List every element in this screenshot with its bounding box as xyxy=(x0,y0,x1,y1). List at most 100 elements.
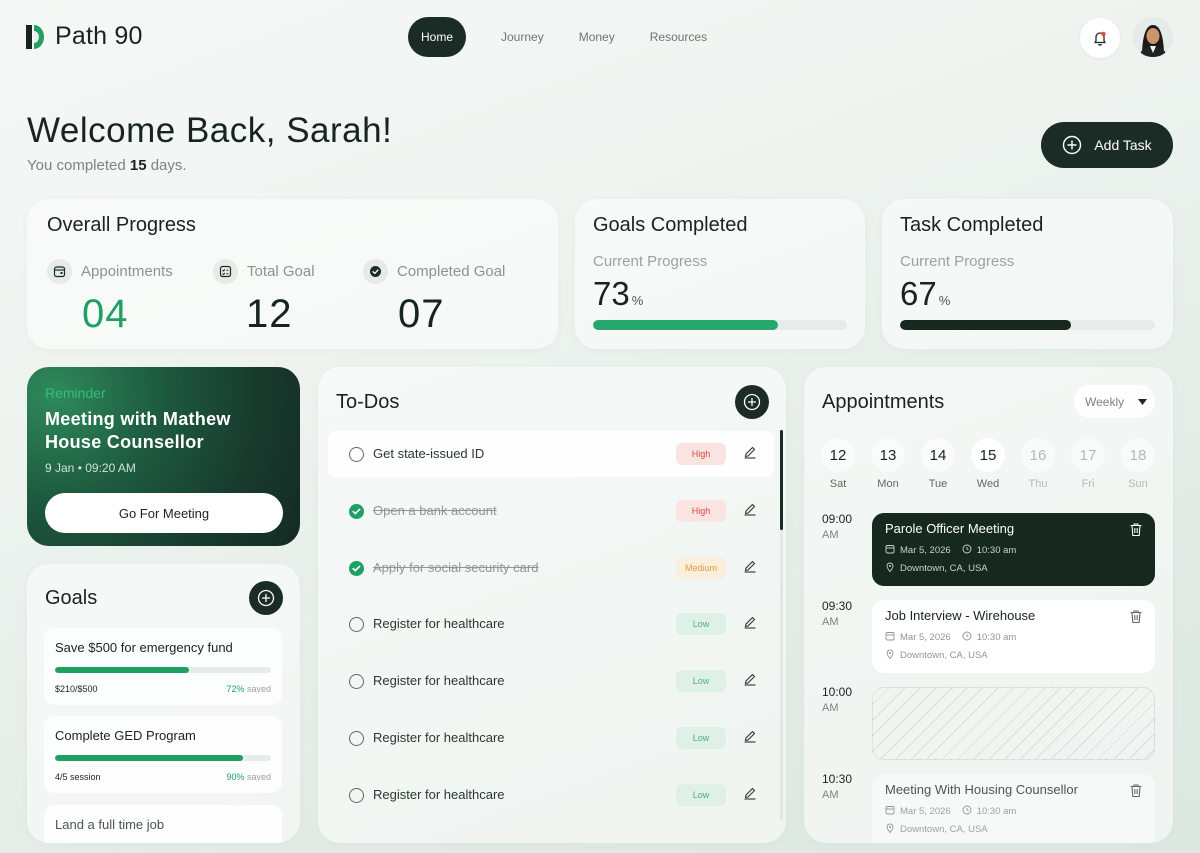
trash-icon[interactable] xyxy=(1129,609,1143,624)
percent-unit: % xyxy=(631,293,644,308)
day-wed[interactable]: 15 Wed xyxy=(971,438,1005,490)
edit-icon[interactable] xyxy=(743,502,757,516)
todo-text: Open a bank account xyxy=(373,502,497,518)
edit-icon[interactable] xyxy=(743,445,757,459)
goal-progress-bar xyxy=(55,755,271,761)
saved-percent: 90% xyxy=(226,772,245,782)
checked-icon[interactable] xyxy=(349,503,364,519)
goal-item[interactable]: Complete GED Program 4/5 session 90% sav… xyxy=(44,716,282,793)
nav-money[interactable]: Money xyxy=(565,17,629,57)
day-fri[interactable]: 17 Fri xyxy=(1071,438,1105,490)
priority-badge: Medium xyxy=(676,556,726,579)
day-number: 14 xyxy=(921,438,955,472)
appointment-card[interactable]: Job Interview - Wirehouse Mar 5, 2026 10:3… xyxy=(872,600,1155,673)
goals-progress-fill xyxy=(593,320,779,330)
appointment-datetime: Mar 5, 2026 10:30 am xyxy=(885,805,1016,818)
add-goal-button[interactable] xyxy=(249,581,283,615)
goals-completed-title: Goals Completed xyxy=(593,214,748,236)
calendar-icon xyxy=(885,805,895,818)
day-name: Tue xyxy=(928,478,948,490)
day-tue[interactable]: 14 Tue xyxy=(921,438,955,490)
todo-item[interactable]: Apply for social security card Medium xyxy=(328,545,774,591)
todo-item[interactable]: Open a bank account High xyxy=(328,488,774,534)
clock-icon xyxy=(962,631,972,644)
nav-home[interactable]: Home xyxy=(408,17,466,57)
checkbox[interactable] xyxy=(349,787,364,803)
day-number: 17 xyxy=(1071,438,1105,472)
task-completed-title: Task Completed xyxy=(900,214,1044,236)
appointment-card[interactable]: Meeting With Housing Counsellor Mar 5, 20… xyxy=(872,774,1155,843)
goal-item[interactable]: Land a full time job xyxy=(44,805,282,843)
edit-icon[interactable] xyxy=(743,615,757,629)
edit-icon[interactable] xyxy=(743,786,757,800)
time-ampm: AM xyxy=(822,702,839,715)
appointment-date: Mar 5, 2026 xyxy=(900,632,951,643)
trash-icon[interactable] xyxy=(1129,783,1143,798)
goal-progress-text: 4/5 session xyxy=(55,772,101,782)
time-value: 09:00 xyxy=(822,512,853,526)
appointment-location-text: Downtown, CA, USA xyxy=(900,650,988,661)
todo-item[interactable]: Register for healthcare Low xyxy=(328,772,774,818)
notifications-button[interactable] xyxy=(1080,18,1120,58)
go-for-meeting-button[interactable]: Go For Meeting xyxy=(45,493,283,533)
edit-icon[interactable] xyxy=(743,559,757,573)
day-number: 16 xyxy=(1021,438,1055,472)
day-thu[interactable]: 16 Thu xyxy=(1021,438,1055,490)
checkbox[interactable] xyxy=(349,674,364,690)
goal-saved: 72% saved xyxy=(226,684,271,694)
time-value: 10:00 xyxy=(822,685,853,700)
plus-circle-icon xyxy=(743,393,761,411)
trash-icon[interactable] xyxy=(1129,522,1143,537)
add-task-button[interactable]: Add Task xyxy=(1041,122,1173,168)
appointment-card[interactable]: Parole Officer Meeting Mar 5, 2026 10:30 a… xyxy=(872,513,1155,586)
todo-item[interactable]: Register for healthcare Low xyxy=(328,601,774,647)
checkbox[interactable] xyxy=(349,447,364,462)
checked-icon[interactable] xyxy=(349,560,364,576)
day-mon[interactable]: 13 Mon xyxy=(871,438,905,490)
appointment-time: 10:30 am xyxy=(976,806,1017,817)
todo-item[interactable]: Register for healthcare Low xyxy=(328,658,774,704)
stat-appointments: Appointments 04 xyxy=(47,259,173,337)
goal-progress-fill xyxy=(55,667,189,673)
todos-card: To-Dos Get state-issued ID High Open a ban… xyxy=(318,367,786,843)
todo-item[interactable]: Get state-issued ID High xyxy=(328,431,774,477)
goals-completed-card: Goals Completed Current Progress 73% xyxy=(575,199,865,349)
reminder-card: Reminder Meeting with Mathew House Couns… xyxy=(27,367,300,546)
nav-journey[interactable]: Journey xyxy=(487,17,558,57)
appointment-datetime: Mar 5, 2026 10:30 am xyxy=(885,631,1016,644)
saved-percent: 72% xyxy=(226,684,245,694)
appointment-location: Downtown, CA, USA xyxy=(885,562,988,575)
todo-item[interactable]: Register for healthcare Low xyxy=(328,715,774,761)
checkbox[interactable] xyxy=(349,617,364,633)
checkbox[interactable] xyxy=(349,731,364,746)
reminder-label: Reminder xyxy=(45,385,106,401)
goals-completed-percent: 73% xyxy=(593,275,643,313)
nav-resources[interactable]: Resources xyxy=(636,17,721,57)
main-nav: Home Journey Money Resources xyxy=(408,17,728,57)
days-count: 15 xyxy=(129,157,147,174)
add-todo-button[interactable] xyxy=(735,385,769,419)
goal-item[interactable]: Save $500 for emergency fund $210/$500 7… xyxy=(44,628,282,705)
completion-subtitle: You completed 15 days. xyxy=(27,157,187,174)
todo-text: Register for healthcare xyxy=(373,616,505,632)
day-sat[interactable]: 12 Sat xyxy=(821,438,855,490)
stat-value: 07 xyxy=(398,292,445,336)
stat-label: Appointments xyxy=(81,263,173,280)
current-progress-label: Current Progress xyxy=(900,253,1015,270)
todo-scrollbar[interactable] xyxy=(780,430,783,820)
calendar-icon xyxy=(885,631,895,644)
day-sun[interactable]: 18 Sun xyxy=(1121,438,1155,490)
appointments-title: Appointments xyxy=(822,391,945,413)
user-avatar[interactable] xyxy=(1133,17,1173,57)
app-logo[interactable]: Path 90 xyxy=(26,22,143,51)
appointment-date: Mar 5, 2026 xyxy=(900,545,951,556)
edit-icon[interactable] xyxy=(743,729,757,743)
weekly-dropdown[interactable]: Weekly xyxy=(1074,385,1155,418)
priority-badge: Low xyxy=(676,613,726,636)
todo-scroll-thumb[interactable] xyxy=(780,430,783,530)
appointment-title: Job Interview - Wirehouse xyxy=(885,608,1036,623)
location-pin-icon xyxy=(885,823,895,836)
calendar-icon xyxy=(885,544,895,557)
stat-total-goal: Total Goal 12 xyxy=(213,259,315,337)
edit-icon[interactable] xyxy=(743,672,757,686)
